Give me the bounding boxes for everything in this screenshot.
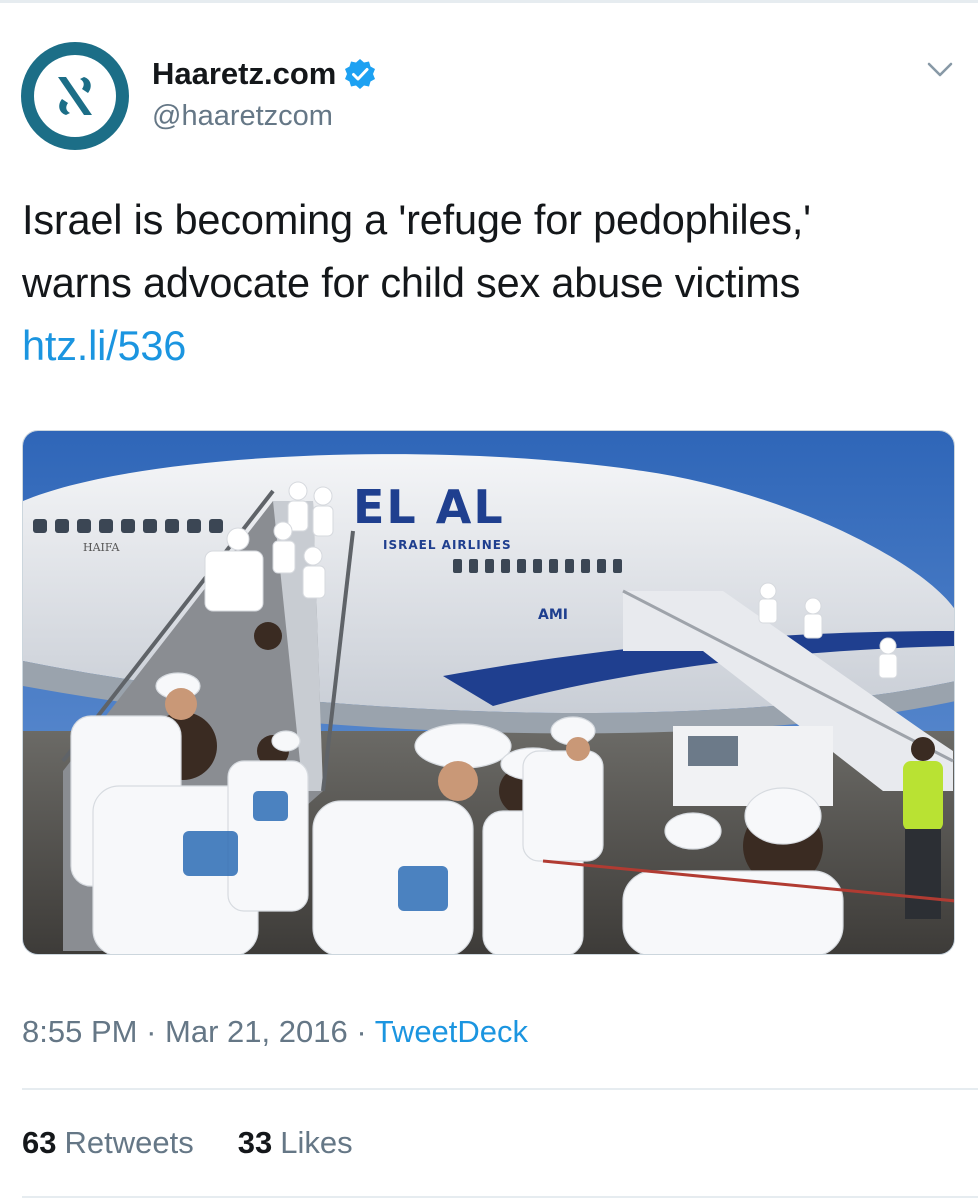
- sponsor-logo: AMI: [538, 607, 568, 623]
- divider: [22, 1196, 978, 1198]
- top-divider: [0, 0, 978, 3]
- chevron-down-icon[interactable]: [926, 60, 954, 80]
- display-name-row[interactable]: Haaretz.com: [152, 56, 376, 92]
- tweet-link[interactable]: htz.li/536: [22, 314, 957, 377]
- meta-separator: ·: [146, 1014, 166, 1049]
- tweet-source-link[interactable]: TweetDeck: [375, 1014, 528, 1049]
- tweet-text: Israel is becoming a 'refuge for pedophi…: [22, 188, 957, 377]
- airline-logo: EL AL: [353, 480, 505, 534]
- tweet-date[interactable]: Mar 21, 2016: [165, 1014, 348, 1049]
- tweet-text-line: Israel is becoming a 'refuge for pedophi…: [22, 196, 811, 243]
- user-handle[interactable]: @haaretzcom: [152, 100, 333, 133]
- likes-stat[interactable]: 33 Likes: [238, 1125, 353, 1161]
- tweet-photo[interactable]: EL AL ISRAEL AIRLINES HAIFA AMI: [22, 430, 955, 955]
- tweet-stats: 63 Retweets 33 Likes: [22, 1125, 353, 1161]
- tweet-meta: 8:55 PM · Mar 21, 2016 · TweetDeck: [22, 1014, 528, 1050]
- verified-badge-icon: [344, 58, 376, 90]
- tweet-text-line: warns advocate for child sex abuse victi…: [22, 259, 801, 306]
- tweet-time[interactable]: 8:55 PM: [22, 1014, 137, 1049]
- display-name[interactable]: Haaretz.com: [152, 56, 336, 92]
- likes-label: Likes: [280, 1125, 353, 1160]
- divider: [22, 1088, 978, 1090]
- city-name: HAIFA: [83, 541, 121, 554]
- retweets-label: Retweets: [64, 1125, 194, 1160]
- haaretz-logo-icon: [34, 55, 116, 137]
- likes-count: 33: [237, 1125, 273, 1160]
- retweets-count: 63: [22, 1125, 57, 1160]
- meta-separator: ·: [356, 1014, 375, 1049]
- airline-name: ISRAEL AIRLINES: [383, 538, 512, 552]
- avatar[interactable]: [21, 42, 129, 150]
- retweets-stat[interactable]: 63 Retweets: [22, 1125, 194, 1161]
